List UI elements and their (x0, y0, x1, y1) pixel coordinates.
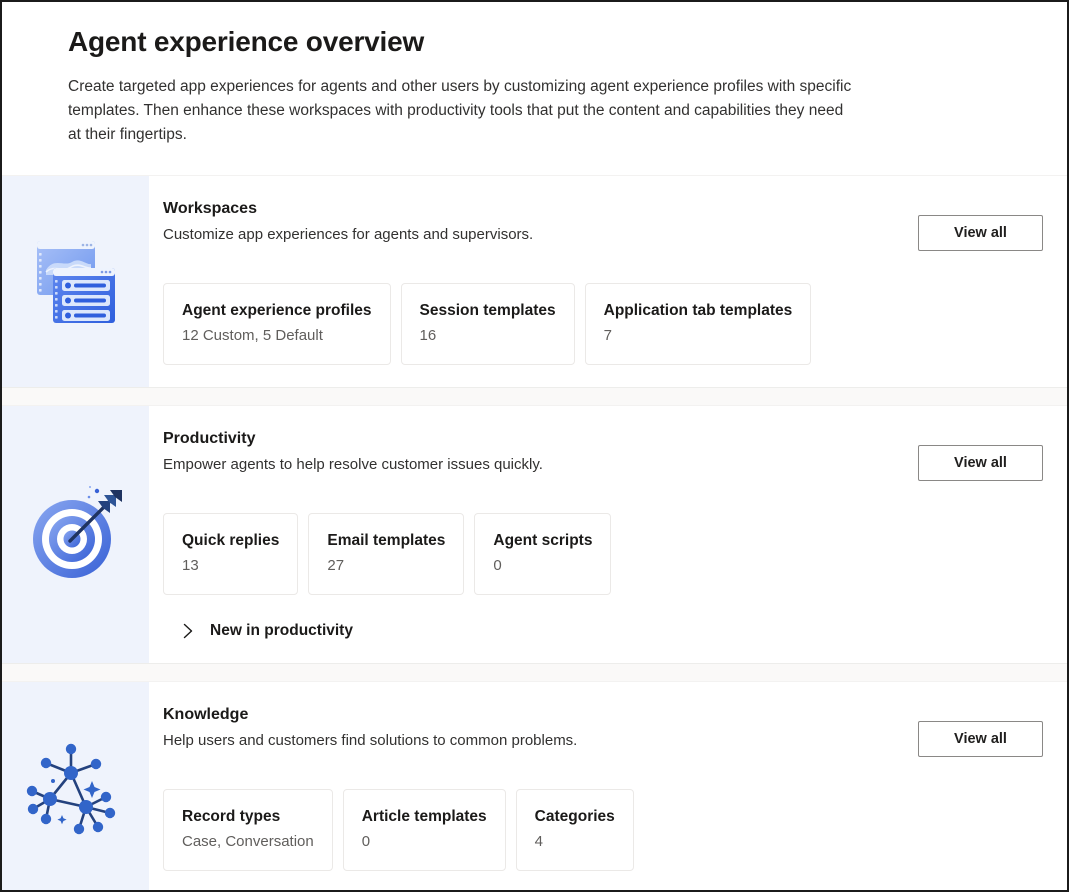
tile-value: 27 (327, 555, 445, 576)
section-artwork-knowledge (2, 682, 149, 890)
section-content-workspaces: Workspaces Customize app experiences for… (163, 198, 898, 365)
tile-value: 12 Custom, 5 Default (182, 325, 372, 346)
section-artwork-workspaces (2, 176, 149, 387)
tile-value: 0 (362, 831, 487, 852)
tile-value: 0 (493, 555, 592, 576)
tile-agent-scripts[interactable]: Agent scripts 0 (474, 513, 611, 595)
expander-label: New in productivity (210, 621, 353, 641)
section-description-productivity: Empower agents to help resolve customer … (163, 454, 898, 476)
section-description-workspaces: Customize app experiences for agents and… (163, 224, 898, 246)
section-content-productivity: Productivity Empower agents to help reso… (163, 428, 898, 641)
chevron-right-icon (179, 622, 197, 640)
section-productivity: Productivity Empower agents to help reso… (2, 405, 1067, 664)
expander-new-in-productivity[interactable]: New in productivity (179, 621, 353, 641)
view-all-container-productivity: View all (898, 428, 1043, 641)
tile-value: 16 (420, 325, 556, 346)
network-nodes-icon (24, 737, 128, 841)
section-heading-knowledge: Knowledge (163, 704, 898, 726)
section-body-knowledge: Knowledge Help users and customers find … (149, 682, 1067, 890)
section-body-productivity: Productivity Empower agents to help reso… (149, 406, 1067, 663)
target-arrow-icon (24, 483, 128, 587)
section-content-knowledge: Knowledge Help users and customers find … (163, 704, 898, 873)
tile-list-productivity: Quick replies 13 Email templates 27 Agen… (163, 513, 898, 595)
tile-application-tab-templates[interactable]: Application tab templates 7 (585, 283, 812, 365)
tile-value: Case, Conversation (182, 831, 314, 852)
tile-label: Agent experience profiles (182, 300, 372, 322)
page-description: Create targeted app experiences for agen… (68, 75, 858, 147)
section-heading-productivity: Productivity (163, 428, 898, 450)
tile-label: Article templates (362, 806, 487, 828)
tile-email-templates[interactable]: Email templates 27 (308, 513, 464, 595)
view-all-container-knowledge: View all (898, 704, 1043, 873)
section-body-workspaces: Workspaces Customize app experiences for… (149, 176, 1067, 387)
view-all-button-knowledge[interactable]: View all (918, 721, 1043, 757)
tile-agent-experience-profiles[interactable]: Agent experience profiles 12 Custom, 5 D… (163, 283, 391, 365)
tile-label: Agent scripts (493, 530, 592, 552)
tile-label: Email templates (327, 530, 445, 552)
tile-value: 13 (182, 555, 279, 576)
tile-label: Record types (182, 806, 314, 828)
view-all-button-productivity[interactable]: View all (918, 445, 1043, 481)
tile-label: Quick replies (182, 530, 279, 552)
tile-record-types[interactable]: Record types Case, Conversation (163, 789, 333, 871)
tile-value: 4 (535, 831, 615, 852)
agent-experience-overview-page: Agent experience overview Create targete… (2, 2, 1067, 890)
tile-label: Session templates (420, 300, 556, 322)
view-all-container-workspaces: View all (898, 198, 1043, 365)
tile-list-knowledge: Record types Case, Conversation Article … (163, 789, 898, 871)
tile-label: Application tab templates (604, 300, 793, 322)
tile-label: Categories (535, 806, 615, 828)
tile-quick-replies[interactable]: Quick replies 13 (163, 513, 298, 595)
section-artwork-productivity (2, 406, 149, 663)
tile-list-workspaces: Agent experience profiles 12 Custom, 5 D… (163, 283, 898, 365)
tile-article-templates[interactable]: Article templates 0 (343, 789, 506, 871)
section-workspaces: Workspaces Customize app experiences for… (2, 175, 1067, 388)
page-title: Agent experience overview (68, 24, 1067, 60)
stacked-windows-icon (28, 234, 124, 330)
page-header: Agent experience overview Create targete… (2, 2, 1067, 175)
tile-value: 7 (604, 325, 793, 346)
section-heading-workspaces: Workspaces (163, 198, 898, 220)
tile-categories[interactable]: Categories 4 (516, 789, 634, 871)
section-description-knowledge: Help users and customers find solutions … (163, 730, 898, 752)
tile-session-templates[interactable]: Session templates 16 (401, 283, 575, 365)
view-all-button-workspaces[interactable]: View all (918, 215, 1043, 251)
section-knowledge: Knowledge Help users and customers find … (2, 681, 1067, 890)
